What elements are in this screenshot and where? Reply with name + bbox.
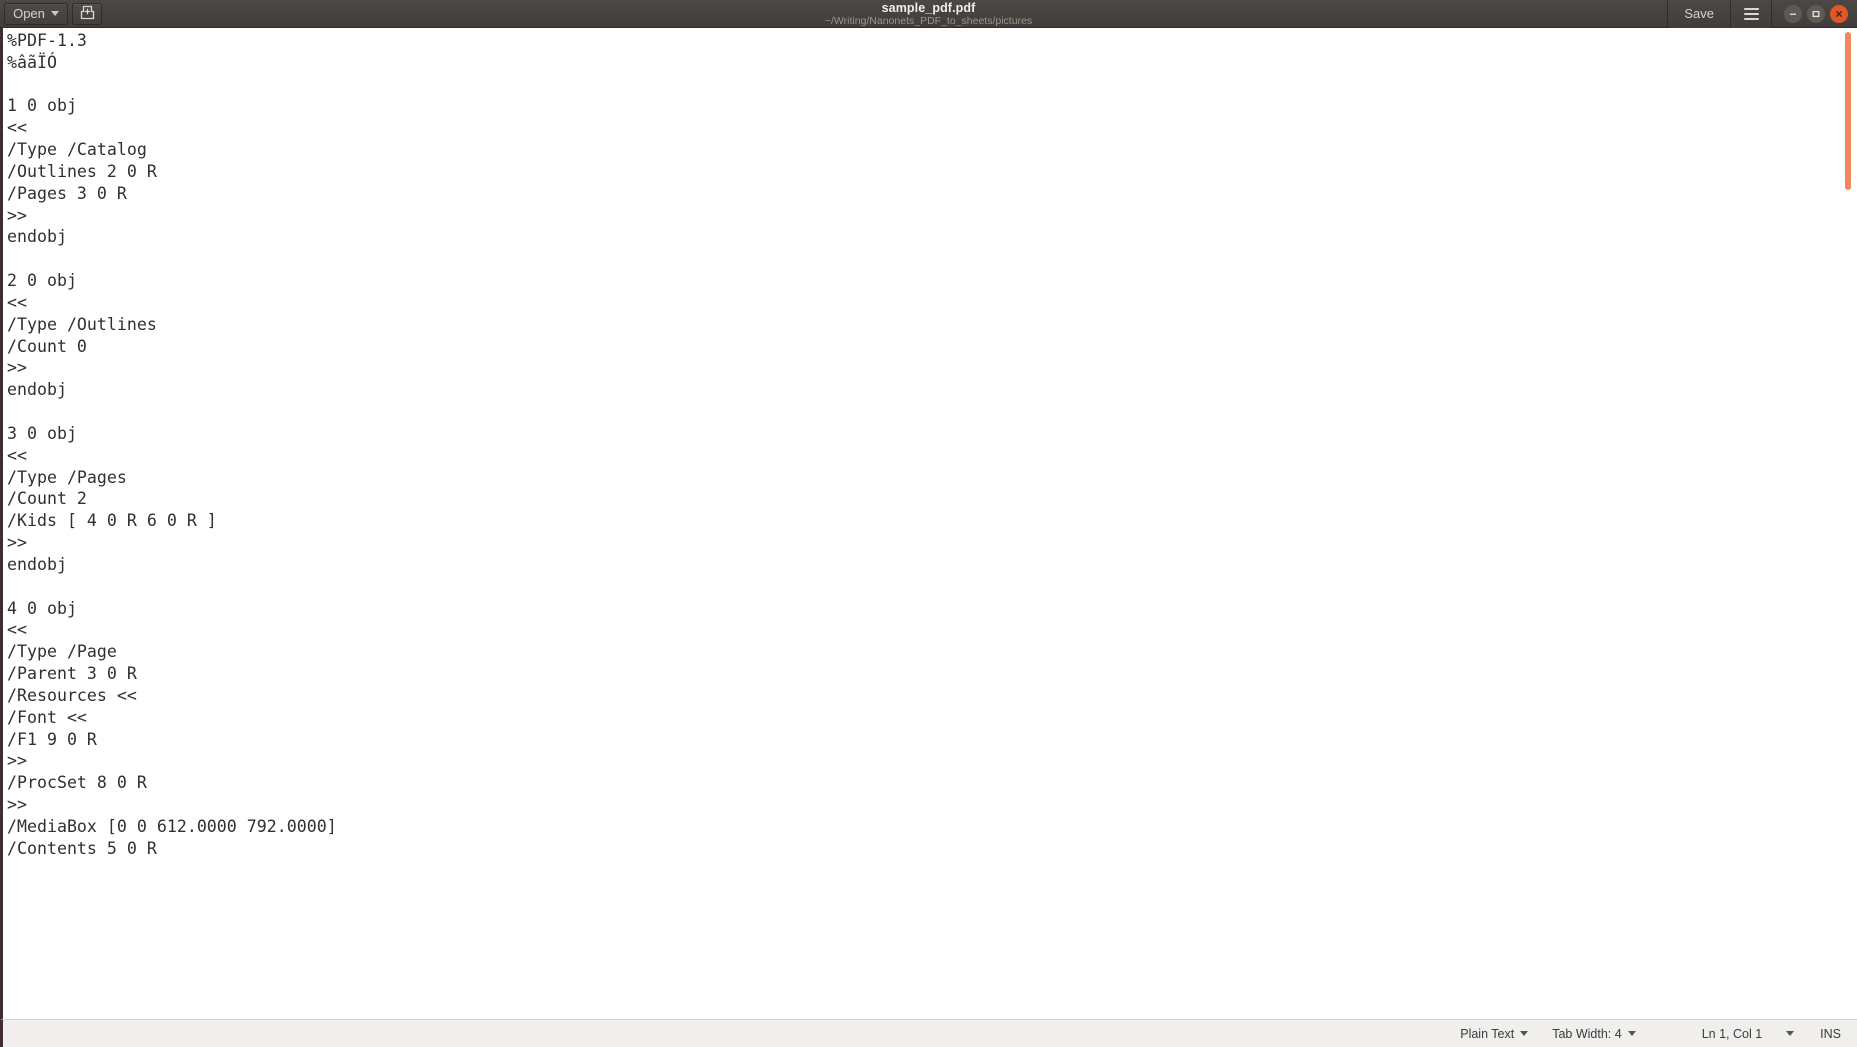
vertical-scrollbar[interactable] <box>1844 28 1853 1019</box>
chevron-down-icon <box>1520 1031 1529 1036</box>
close-icon <box>1834 9 1844 19</box>
cursor-position: Ln 1, Col 1 <box>1690 1020 1774 1047</box>
tab-width-label: Tab Width: 4 <box>1552 1026 1622 1041</box>
statusbar: Plain Text Tab Width: 4 Ln 1, Col 1 INS <box>0 1019 1857 1047</box>
minimize-icon <box>1788 9 1798 19</box>
vertical-scrollbar-thumb[interactable] <box>1845 32 1851 190</box>
close-button[interactable] <box>1830 4 1848 23</box>
hamburger-menu-icon <box>1743 7 1759 20</box>
save-button-label: Save <box>1684 6 1714 21</box>
window-title: sample_pdf.pdf <box>881 0 976 15</box>
titlebar: Open sample_pdf.pdf ~/Writing/Nanonets_P… <box>0 0 1857 28</box>
maximize-icon <box>1811 9 1821 19</box>
titlebar-right-controls: Save <box>1667 0 1857 28</box>
language-selector[interactable]: Plain Text <box>1448 1020 1540 1047</box>
document-text[interactable]: %PDF-1.3 %âãÏÓ 1 0 obj << /Type /Catalog… <box>3 28 1857 859</box>
chevron-down-icon <box>1786 1031 1795 1036</box>
main-menu-button[interactable] <box>1731 0 1772 28</box>
chevron-down-icon <box>1627 1031 1636 1036</box>
titlebar-left-controls: Open <box>4 2 102 25</box>
new-document-button[interactable] <box>72 2 102 25</box>
chevron-down-icon <box>50 11 59 16</box>
language-selector-label: Plain Text <box>1460 1026 1515 1041</box>
window-subtitle-path: ~/Writing/Nanonets_PDF_to_sheets/picture… <box>824 14 1033 27</box>
cursor-position-menu-button[interactable] <box>1774 1020 1806 1047</box>
open-button[interactable]: Open <box>4 2 68 25</box>
editor-area[interactable]: %PDF-1.3 %âãÏÓ 1 0 obj << /Type /Catalog… <box>0 28 1857 1019</box>
save-as-icon <box>79 4 96 24</box>
insert-mode-label: INS <box>1820 1026 1841 1041</box>
open-button-label: Open <box>13 6 45 21</box>
gedit-window: Open sample_pdf.pdf ~/Writing/Nanonets_P… <box>0 0 1857 1047</box>
insert-mode-indicator: INS <box>1806 1020 1843 1047</box>
window-controls <box>1772 4 1857 23</box>
save-button[interactable]: Save <box>1667 0 1731 28</box>
maximize-button[interactable] <box>1807 4 1825 23</box>
cursor-position-label: Ln 1, Col 1 <box>1701 1026 1763 1041</box>
minimize-button[interactable] <box>1784 4 1802 23</box>
window-title-block: sample_pdf.pdf ~/Writing/Nanonets_PDF_to… <box>0 0 1857 28</box>
tab-width-selector[interactable]: Tab Width: 4 <box>1540 1020 1647 1047</box>
